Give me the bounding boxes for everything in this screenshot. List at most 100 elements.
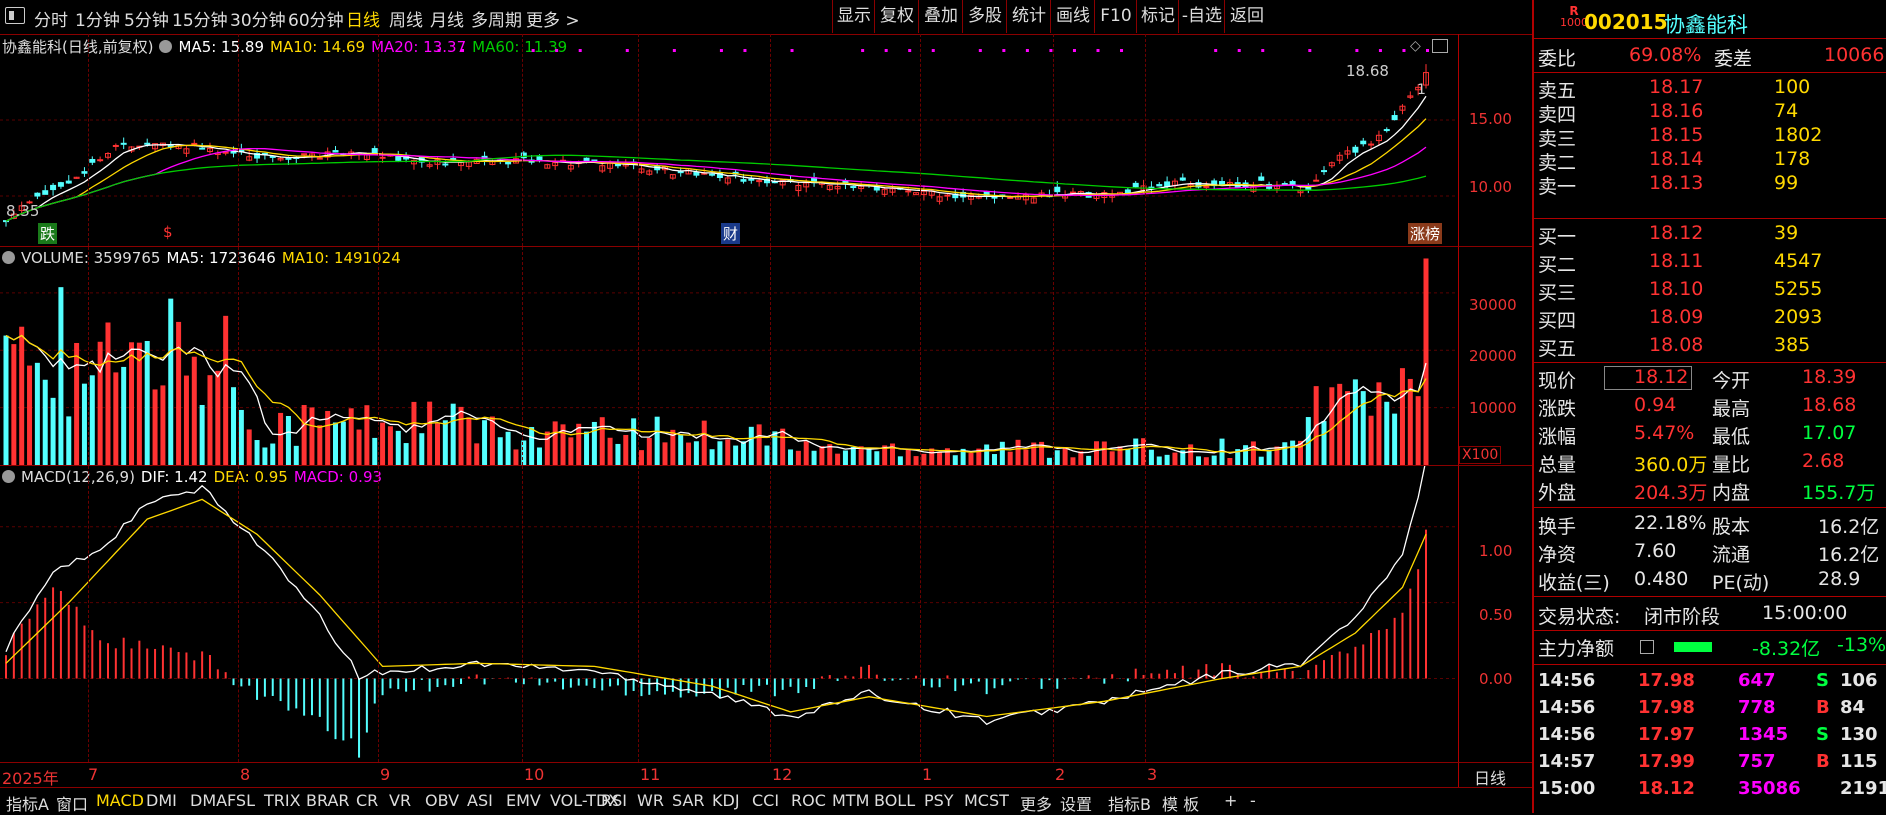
toolbar-button-1[interactable]: 复权 xyxy=(874,0,919,33)
indicator-tab-14[interactable]: RSI xyxy=(601,791,627,810)
candle-body xyxy=(1179,177,1186,181)
window-toggle-icon[interactable] xyxy=(1432,39,1448,53)
indicator-tab-25[interactable]: 设置 xyxy=(1060,791,1092,815)
indicator-tab-0[interactable]: 指标A xyxy=(6,791,49,815)
indicator-tab-2[interactable]: MACD xyxy=(96,791,144,810)
volume-bar xyxy=(748,426,754,465)
indicator-tab-12[interactable]: EMV xyxy=(506,791,541,810)
tick-num-1: 84 xyxy=(1840,697,1866,718)
indicator-tab-24[interactable]: 更多 xyxy=(1020,791,1052,815)
tab-7[interactable]: 周线 xyxy=(389,6,423,31)
indicator-tab-27[interactable]: 模 板 xyxy=(1162,791,1199,815)
low-price-label: 8.35 xyxy=(6,202,40,220)
toolbar-button-4[interactable]: 统计 xyxy=(1006,0,1051,33)
volume-bar xyxy=(1015,439,1021,465)
volume-bar xyxy=(905,449,911,465)
price-chart-panel[interactable]: 协鑫能科(日线,前复权) MA5: 15.89 MA10: 14.69 MA20: 1… xyxy=(0,34,1458,247)
indicator-tab-26[interactable]: 指标B xyxy=(1108,791,1151,815)
list-icon[interactable] xyxy=(1640,640,1654,654)
indicator-tab-15[interactable]: WR xyxy=(637,791,664,810)
drop-badge[interactable]: 跌 xyxy=(38,223,58,244)
toolbar-button-0[interactable]: 显示 xyxy=(832,0,875,33)
finance-badge[interactable]: 财 xyxy=(721,223,741,244)
tab-5[interactable]: 60分钟 xyxy=(288,6,344,31)
date-label-2: 8 xyxy=(240,765,251,784)
tab-6[interactable]: 日线 xyxy=(346,6,380,31)
price-tick-10: 10.00 xyxy=(1469,178,1512,196)
toolbar-button-3[interactable]: 多股 xyxy=(962,0,1007,33)
dea-line xyxy=(5,498,1427,718)
signal-dot xyxy=(1378,49,1382,52)
toolbar-button-7[interactable]: 标记 xyxy=(1136,0,1179,33)
indicator-tab-10[interactable]: OBV xyxy=(425,791,459,810)
tab-4[interactable]: 30分钟 xyxy=(230,6,286,31)
toolbar-button-2[interactable]: 叠加 xyxy=(918,0,963,33)
indicator-tab-20[interactable]: MTM xyxy=(832,791,869,810)
indicator-tab-3[interactable]: DMI xyxy=(146,791,177,810)
candle-body xyxy=(371,148,378,154)
indicator-tab-9[interactable]: VR xyxy=(389,791,411,810)
indicator-tab-16[interactable]: SAR xyxy=(672,791,705,810)
indicator-tab-29[interactable]: - xyxy=(1250,791,1256,810)
diamond-icon[interactable]: ◇ xyxy=(1410,38,1421,54)
signal-dot xyxy=(1120,49,1124,52)
volume-bar xyxy=(1282,442,1288,465)
indicator-tab-4[interactable]: DMA xyxy=(190,791,227,810)
indicator-tab-22[interactable]: PSY xyxy=(924,791,954,810)
vol-tick-30000: 30000 xyxy=(1469,296,1517,314)
tab-2[interactable]: 5分钟 xyxy=(124,6,169,31)
macd-chart-panel[interactable]: MACD(12,26,9) DIF: 1.42 DEA: 0.95 MACD: 0.9… xyxy=(0,466,1458,762)
volume-bar xyxy=(160,385,166,465)
tab-8[interactable]: 月线 xyxy=(430,6,464,31)
volume-bar xyxy=(66,416,72,465)
indicator-tab-23[interactable]: MCST xyxy=(964,791,1009,810)
volume-bar xyxy=(866,448,872,465)
signal-dot xyxy=(1308,49,1312,52)
toolbar-button-8[interactable]: -自选 xyxy=(1178,0,1225,33)
indicator-tab-21[interactable]: BOLL xyxy=(874,791,915,810)
indicator-tab-8[interactable]: CR xyxy=(356,791,378,810)
volume-bar xyxy=(81,383,87,465)
indicator-tab-7[interactable]: BRAR xyxy=(306,791,350,810)
indicator-tab-28[interactable]: + xyxy=(1224,791,1237,810)
indicator-tab-1[interactable]: 窗口 xyxy=(56,791,88,815)
toolbar-button-9[interactable]: 返回 xyxy=(1224,0,1269,33)
volume-bar xyxy=(450,403,456,465)
indicator-tab-11[interactable]: ASI xyxy=(467,791,493,810)
volume-bar xyxy=(835,453,841,465)
volume-bar xyxy=(1360,391,1366,465)
tab-9[interactable]: 多周期 xyxy=(471,6,522,31)
indicator-tab-5[interactable]: FSL xyxy=(227,791,255,810)
tab-3[interactable]: 15分钟 xyxy=(172,6,228,31)
volume-bar xyxy=(1290,440,1296,465)
stat2-value-a-2: 0.480 xyxy=(1634,568,1689,590)
tab-0[interactable]: 分时 xyxy=(34,6,68,31)
volume-bar xyxy=(403,443,409,465)
volume-bar xyxy=(1415,396,1421,465)
indicator-tab-17[interactable]: KDJ xyxy=(712,791,740,810)
volume-bar xyxy=(270,443,276,465)
tab-1[interactable]: 1分钟 xyxy=(75,6,120,31)
toolbar-button-6[interactable]: F10 xyxy=(1094,0,1137,33)
tab-10[interactable]: 更多 > xyxy=(526,6,580,31)
indicator-tab-19[interactable]: ROC xyxy=(791,791,826,810)
volume-bar xyxy=(301,405,307,465)
volume-bar xyxy=(1164,454,1170,465)
toolbar-button-5[interactable]: 画线 xyxy=(1050,0,1095,33)
menu-icon[interactable] xyxy=(5,7,25,24)
ma5-line xyxy=(5,95,1427,222)
limit-up-list-badge[interactable]: 涨榜 xyxy=(1408,223,1443,244)
bid-label-1: 买二 xyxy=(1538,254,1577,276)
volume-chart-panel[interactable]: VOLUME: 3599765 MA5: 1723646 MA10: 1491024 xyxy=(0,247,1458,466)
date-axis: 2025年 7 8 9 10 11 12 1 2 3 日线 xyxy=(0,762,1532,788)
indicator-tab-18[interactable]: CCI xyxy=(752,791,779,810)
macd-tick-05: 0.50 xyxy=(1479,606,1513,624)
ask-label-1: 卖四 xyxy=(1538,104,1577,126)
volume-bar xyxy=(929,448,935,465)
dollar-badge[interactable]: $ xyxy=(163,223,173,241)
volume-bar xyxy=(599,417,605,465)
candle-body xyxy=(1352,146,1359,153)
indicator-tab-6[interactable]: TRIX xyxy=(264,791,301,810)
volume-bar xyxy=(309,407,315,465)
candle-body xyxy=(112,144,119,147)
